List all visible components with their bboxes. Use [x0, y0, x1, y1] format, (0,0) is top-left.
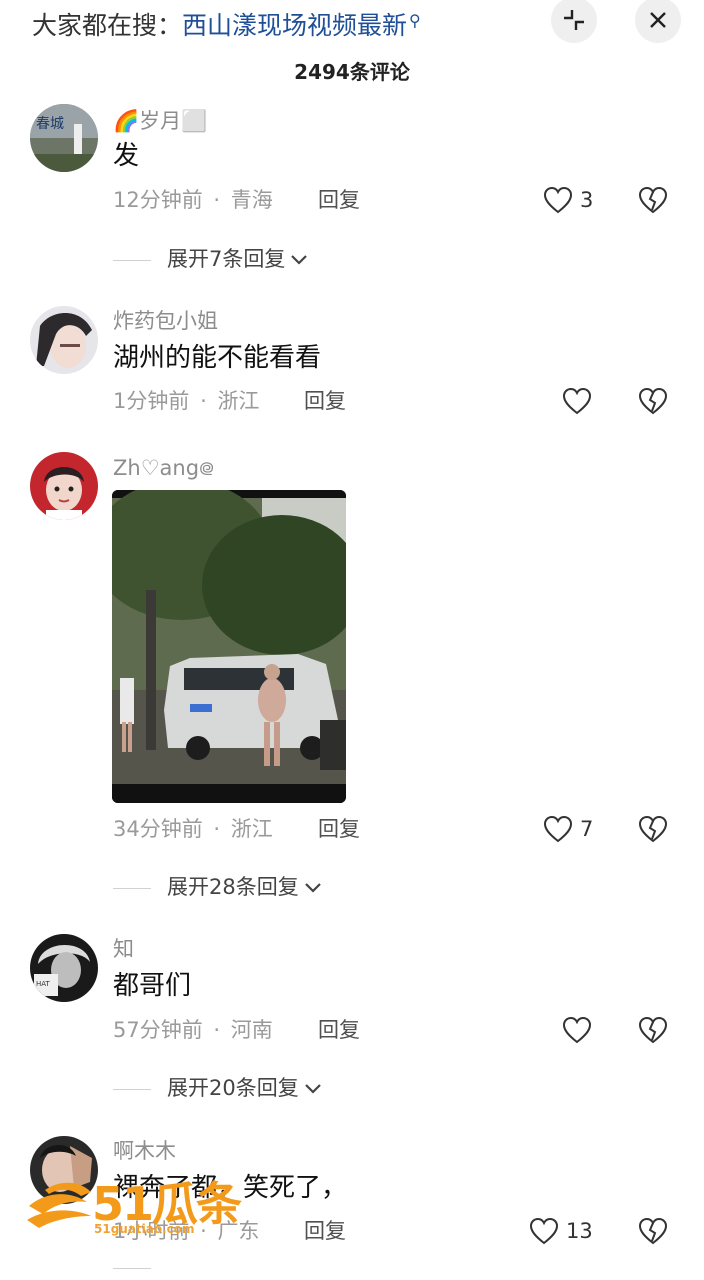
- chevron-down-icon: [304, 1084, 321, 1094]
- username[interactable]: Zh♡ang᪤: [113, 455, 214, 481]
- avatar[interactable]: 春城: [30, 104, 98, 172]
- comment-location: 浙江: [230, 817, 273, 841]
- video-attachment[interactable]: [112, 490, 346, 803]
- top-bar: 大家都在搜：西山漾现场视频最新 ⚲ 2494条评论: [0, 0, 704, 100]
- avatar[interactable]: [30, 452, 98, 520]
- like-count: 3: [580, 188, 594, 212]
- reply-button[interactable]: 回复: [318, 1015, 360, 1045]
- chevron-down-icon: [291, 255, 308, 265]
- search-icon[interactable]: ⚲: [409, 11, 421, 30]
- comment-location: 浙江: [217, 389, 260, 413]
- divider: [113, 259, 151, 261]
- broken-heart-icon[interactable]: [638, 1217, 668, 1245]
- comment-time: 12分钟前: [113, 188, 203, 212]
- comment-text: 发: [113, 141, 140, 171]
- svg-text:HAT: HAT: [36, 980, 51, 988]
- expand-replies[interactable]: 展开28条回复: [113, 872, 323, 902]
- comment-meta: 1分钟前 · 浙江: [113, 386, 259, 416]
- heart-icon[interactable]: [562, 1016, 592, 1044]
- avatar[interactable]: HAT: [30, 934, 98, 1002]
- collapse-button[interactable]: [551, 0, 597, 43]
- reply-button[interactable]: 回复: [318, 814, 360, 844]
- divider: [113, 887, 151, 889]
- comment-count: 2494条评论: [294, 60, 410, 84]
- reply-button[interactable]: 回复: [304, 386, 346, 416]
- heart-icon[interactable]: [543, 815, 573, 843]
- like-count: 7: [580, 817, 594, 841]
- trending-search-term[interactable]: 西山漾现场视频最新: [182, 11, 407, 40]
- username[interactable]: 啊木木: [113, 1138, 176, 1164]
- heart-icon[interactable]: [543, 186, 573, 214]
- expand-replies-label: 展开20条回复: [167, 1076, 299, 1100]
- comment-text: 都哥们: [113, 971, 192, 1001]
- broken-heart-icon[interactable]: [638, 387, 668, 415]
- comment-meta: 34分钟前 · 浙江: [113, 814, 273, 844]
- meta-separator: ·: [200, 389, 207, 413]
- comment-time: 1分钟前: [113, 389, 190, 413]
- comment-location: 青海: [230, 188, 273, 212]
- close-button[interactable]: [635, 0, 681, 43]
- comment-text: 湖州的能不能看看: [113, 343, 322, 373]
- username[interactable]: 炸药包小姐: [113, 308, 218, 334]
- reply-button[interactable]: 回复: [318, 185, 360, 215]
- reply-button[interactable]: 回复: [304, 1216, 346, 1246]
- meta-separator: ·: [213, 188, 221, 212]
- heart-icon[interactable]: [529, 1217, 559, 1245]
- heart-icon[interactable]: [562, 387, 592, 415]
- watermark-url: 51guatiao.com: [94, 1222, 195, 1236]
- avatar[interactable]: [30, 306, 98, 374]
- svg-text:春城: 春城: [36, 116, 64, 132]
- comment-time: 34分钟前: [113, 817, 203, 841]
- meta-separator: ·: [213, 817, 221, 841]
- divider: [113, 1088, 151, 1090]
- broken-heart-icon[interactable]: [638, 1016, 668, 1044]
- username[interactable]: 知: [113, 936, 134, 962]
- comment-location: 河南: [230, 1018, 273, 1042]
- broken-heart-icon[interactable]: [638, 186, 668, 214]
- meta-separator: ·: [213, 1018, 221, 1042]
- close-icon: [650, 12, 666, 28]
- divider: [113, 1268, 151, 1269]
- trending-search[interactable]: 大家都在搜：西山漾现场视频最新 ⚲: [32, 4, 421, 43]
- trending-search-label: 大家都在搜：: [32, 11, 183, 40]
- broken-heart-icon[interactable]: [638, 815, 668, 843]
- comment-meta: 12分钟前 · 青海: [113, 185, 273, 215]
- comment-time: 57分钟前: [113, 1018, 203, 1042]
- like-count: 13: [566, 1219, 593, 1243]
- expand-replies-label: 展开28条回复: [167, 875, 299, 899]
- expand-replies[interactable]: 展开20条回复: [113, 1073, 323, 1103]
- collapse-icon: [564, 10, 584, 30]
- comment-meta: 57分钟前 · 河南: [113, 1015, 273, 1045]
- expand-replies[interactable]: 展开7条回复: [113, 244, 309, 274]
- expand-replies-label: 展开7条回复: [167, 247, 286, 271]
- chevron-down-icon: [304, 883, 321, 893]
- username[interactable]: 🌈岁月⬜: [113, 108, 207, 134]
